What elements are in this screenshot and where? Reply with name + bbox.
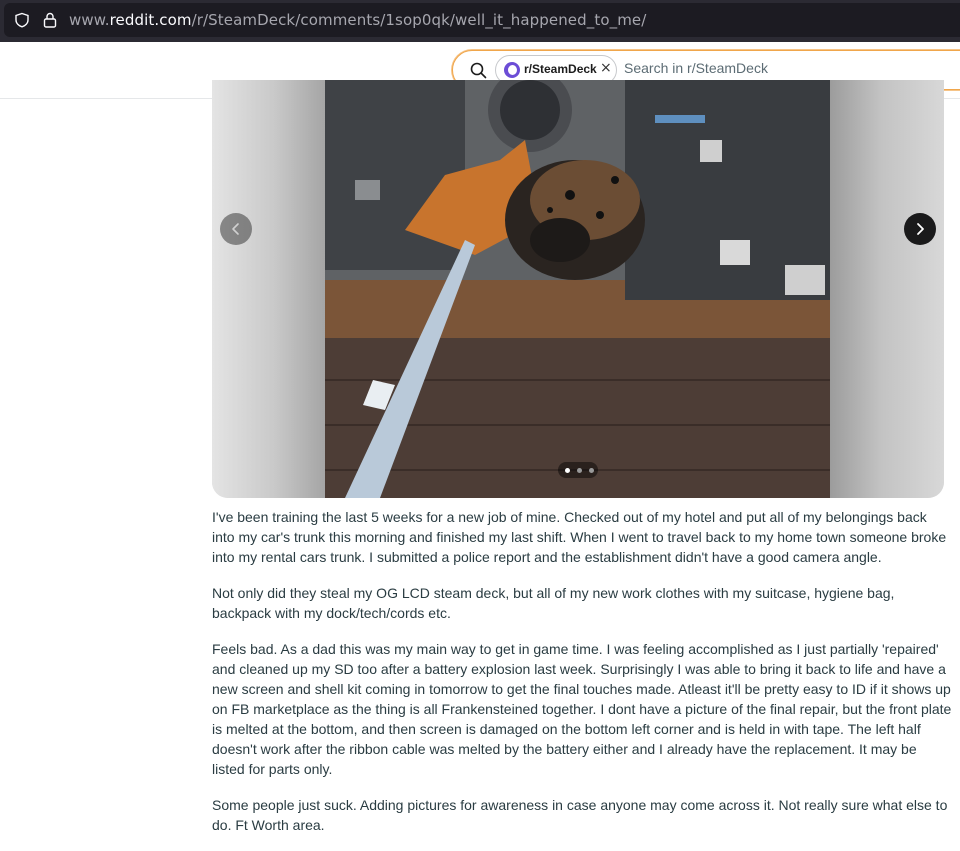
close-icon[interactable]: ×	[600, 60, 612, 76]
community-chip-label: r/SteamDeck	[524, 62, 597, 76]
lock-icon[interactable]	[43, 12, 57, 28]
gallery-blur-left	[212, 80, 325, 498]
gallery-blur-right	[830, 80, 944, 498]
chevron-left-icon	[232, 223, 239, 235]
address-bar[interactable]: www.reddit.com/r/SteamDeck/comments/1sop…	[4, 3, 960, 37]
browser-toolbar: www.reddit.com/r/SteamDeck/comments/1sop…	[0, 0, 960, 42]
previous-image-button[interactable]	[220, 213, 252, 245]
gallery-pagination	[558, 462, 598, 478]
url-domain: reddit.com	[109, 11, 192, 29]
image-gallery[interactable]	[212, 80, 944, 498]
post-paragraph: Not only did they steal my OG LCD steam …	[212, 585, 895, 621]
pagination-dot[interactable]	[589, 468, 594, 473]
pagination-dot[interactable]	[577, 468, 582, 473]
shield-icon[interactable]	[14, 12, 30, 28]
url-path: /r/SteamDeck/comments/1sop0qk/well_it_ha…	[191, 11, 647, 29]
pagination-dot[interactable]	[565, 468, 570, 473]
url-prefix: www.	[69, 11, 110, 29]
post-image[interactable]	[325, 80, 830, 498]
post-paragraph: Feels bad. As a dad this was my main way…	[212, 641, 952, 777]
search-input[interactable]	[624, 60, 954, 76]
search-icon	[470, 62, 487, 79]
post-paragraph: I've been training the last 5 weeks for …	[212, 509, 947, 565]
community-avatar	[504, 62, 520, 78]
url-text[interactable]: www.reddit.com/r/SteamDeck/comments/1sop…	[69, 11, 646, 29]
post-body: I've been training the last 5 weeks for …	[212, 507, 952, 851]
post-paragraph: Some people just suck. Adding pictures f…	[212, 797, 948, 833]
next-image-button[interactable]	[904, 213, 936, 245]
chevron-right-icon	[917, 223, 924, 235]
